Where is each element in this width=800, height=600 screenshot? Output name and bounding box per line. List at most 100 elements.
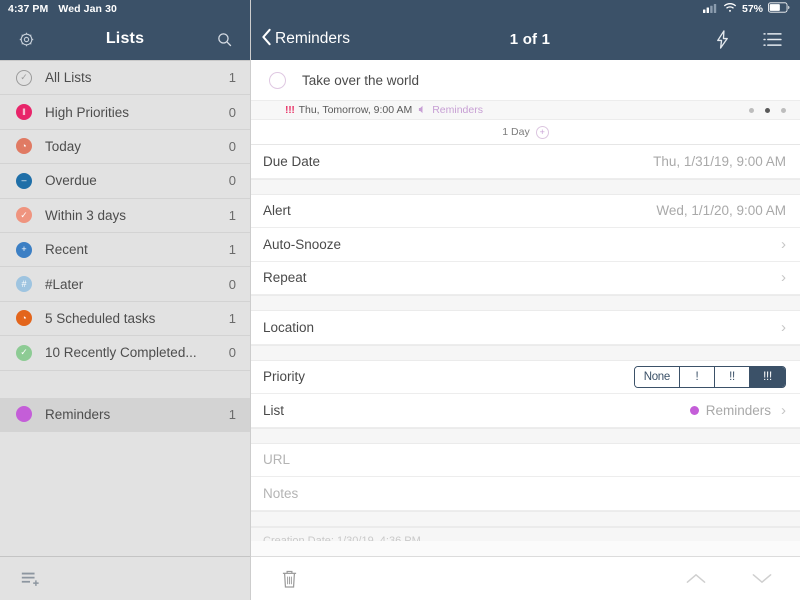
form-row-label: Repeat: [263, 270, 771, 285]
sidebar-item-count: 1: [229, 208, 236, 223]
sidebar-bottom-toolbar: [0, 556, 250, 600]
priority-option-0[interactable]: None: [635, 367, 680, 387]
form-row-label: Auto-Snooze: [263, 237, 771, 252]
sidebar-item-count: 1: [229, 311, 236, 326]
back-button[interactable]: Reminders: [261, 28, 350, 51]
form-row-auto-snooze[interactable]: Auto-Snooze ›: [251, 228, 800, 262]
trash-icon[interactable]: [277, 567, 301, 591]
sidebar-item-today[interactable]: ◔ Today0: [0, 130, 250, 164]
status-time: 4:37 PM: [8, 3, 48, 15]
sidebar-item-count: 0: [229, 105, 236, 120]
add-list-icon[interactable]: [18, 567, 42, 591]
form-row-due-date[interactable]: Due DateThu, 1/31/19, 9:00 AM: [251, 145, 800, 179]
sidebar-item-count: 1: [229, 70, 236, 85]
creation-date-text: Creation Date: 1/30/19, 4:36 PM: [263, 536, 421, 541]
page-dot: [749, 108, 754, 113]
task-header: Take over the world: [251, 60, 800, 100]
list-color-icon: ◔: [16, 310, 32, 326]
list-menu-icon[interactable]: [760, 27, 784, 51]
priority-option-2[interactable]: !!: [715, 367, 750, 387]
chevron-up-icon[interactable]: [684, 567, 708, 591]
detail-bottom-toolbar: [251, 556, 800, 600]
list-field-value: Reminders: [706, 403, 771, 418]
form-row-alert[interactable]: AlertWed, 1/1/20, 9:00 AM: [251, 195, 800, 229]
chevron-down-icon[interactable]: [750, 567, 774, 591]
chevron-right-icon: ›: [781, 403, 786, 418]
list-color-icon: ✓: [16, 345, 32, 361]
priority-segmented-control[interactable]: None!!!!!!: [634, 366, 786, 388]
sidebar-item-all-lists[interactable]: ✓All Lists1: [0, 61, 250, 95]
signal-bars-icon: [703, 0, 718, 18]
form-row-value: Wed, 1/1/20, 9:00 AM: [656, 203, 786, 218]
sidebar: 4:37 PM Wed Jan 30 Lists ✓All Lists1‖Hig…: [0, 0, 250, 600]
wifi-icon: [723, 0, 737, 18]
sidebar-item-count: 0: [229, 277, 236, 292]
list-color-icon: +: [16, 242, 32, 258]
search-icon[interactable]: [212, 27, 236, 51]
form-row-list[interactable]: ListReminders›: [251, 394, 800, 428]
priority-option-1[interactable]: !: [680, 367, 715, 387]
chevron-right-icon: ›: [781, 237, 786, 252]
sidebar-item-recent[interactable]: +Recent1: [0, 233, 250, 267]
sidebar-item-count: 0: [229, 173, 236, 188]
snooze-row: 1 Day +: [251, 120, 800, 145]
chevron-left-icon: [261, 28, 272, 51]
sidebar-item-label: Today: [45, 139, 229, 154]
form-section-gap: [251, 345, 800, 361]
plus-circle-icon[interactable]: +: [536, 126, 549, 139]
form-section-gap: [251, 179, 800, 195]
page-indicator[interactable]: [749, 108, 786, 113]
sidebar-item-reminders[interactable]: Reminders1: [0, 398, 250, 432]
detail-status-bar: 57%: [251, 0, 800, 18]
sidebar-item-label: Reminders: [45, 407, 229, 422]
sidebar-item-later[interactable]: ##Later0: [0, 267, 250, 301]
sidebar-item-5-scheduled-tasks[interactable]: ◔5 Scheduled tasks1: [0, 302, 250, 336]
sidebar-item-within-3-days[interactable]: ✓Within 3 days1: [0, 199, 250, 233]
list-color-icon: [16, 406, 32, 422]
circle-checkbox-icon[interactable]: [269, 72, 286, 89]
sidebar-item-label: High Priorities: [45, 105, 229, 120]
task-title: Take over the world: [302, 73, 419, 88]
form-row-location[interactable]: Location ›: [251, 311, 800, 345]
list-color-icon: ◔: [16, 138, 32, 154]
sidebar-item-overdue[interactable]: –Overdue0: [0, 164, 250, 198]
form-section-gap: [251, 428, 800, 444]
sidebar-item-high-priorities[interactable]: ‖ High Priorities0: [0, 95, 250, 129]
form-row-label: Location: [263, 320, 771, 335]
notes-field[interactable]: Notes: [251, 477, 800, 511]
sidebar-item-label: #Later: [45, 277, 229, 292]
sidebar-item-count: 0: [229, 345, 236, 360]
list-color-icon: ‖: [16, 104, 32, 120]
chevron-right-icon: ›: [781, 320, 786, 335]
detail-nav-actions: [710, 27, 784, 51]
task-due-text: Thu, Tomorrow, 9:00 AM: [299, 104, 413, 116]
task-priority-marks: !!!: [285, 104, 295, 116]
sidebar-item-count: 0: [229, 139, 236, 154]
battery-percent: 57%: [742, 3, 763, 15]
form-row-repeat[interactable]: Repeat ›: [251, 262, 800, 296]
lightning-bolt-icon[interactable]: [710, 27, 734, 51]
form-row-label: Alert: [263, 203, 656, 218]
page-dot-active: [765, 108, 770, 113]
creation-date-row: Creation Date: 1/30/19, 4:36 PM: [251, 527, 800, 541]
form-row-label: Due Date: [263, 154, 653, 169]
form-section-gap: [251, 295, 800, 311]
sidebar-item-label: Overdue: [45, 173, 229, 188]
priority-option-3[interactable]: !!!: [750, 367, 785, 387]
chevron-right-icon: ›: [781, 270, 786, 285]
url-field[interactable]: URL: [251, 444, 800, 478]
list-color-icon: ✓: [16, 207, 32, 223]
sidebar-item-10-recently-completed[interactable]: ✓10 Recently Completed...0: [0, 336, 250, 370]
sidebar-title: Lists: [38, 30, 212, 48]
gear-icon[interactable]: [14, 27, 38, 51]
sidebar-item-count: 1: [229, 242, 236, 257]
page-dot: [781, 108, 786, 113]
form-row-value: Thu, 1/31/19, 9:00 AM: [653, 154, 786, 169]
sidebar-item-label: All Lists: [45, 70, 229, 85]
sidebar-navbar: Lists: [0, 18, 250, 60]
snooze-label: 1 Day: [502, 126, 529, 138]
task-meta-row: !!! Thu, Tomorrow, 9:00 AM Reminders: [251, 100, 800, 120]
detail-nav-arrows: [684, 567, 774, 591]
url-field-placeholder: URL: [263, 452, 786, 467]
app-root: 4:37 PM Wed Jan 30 Lists ✓All Lists1‖Hig…: [0, 0, 800, 600]
